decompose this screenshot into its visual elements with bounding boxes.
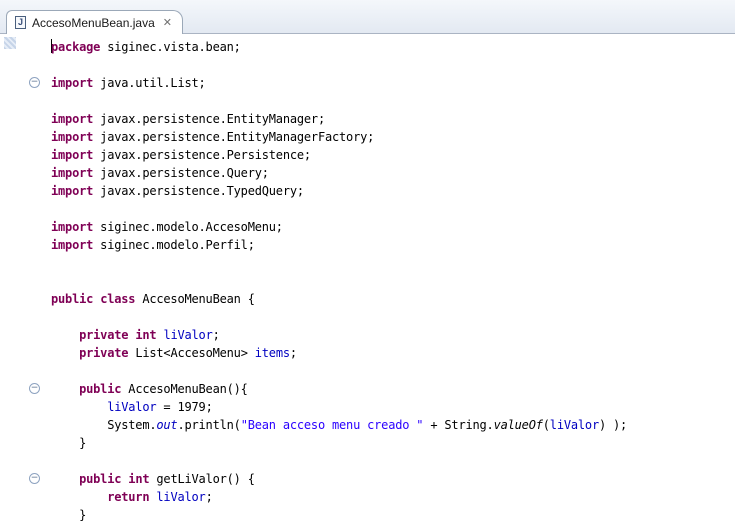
code-token: liValor: [107, 400, 157, 414]
code-token: javax.persistence.EntityManagerFactory;: [93, 130, 375, 144]
code-token: public: [51, 292, 94, 306]
fold-collapse-icon[interactable]: −: [29, 77, 40, 88]
code-line: public AccesoMenuBean(){: [51, 380, 627, 398]
code-token: valueOf: [493, 418, 543, 432]
folding-gutter: − − −: [21, 34, 51, 525]
code-token: package: [51, 40, 101, 54]
code-line: liValor = 1979;: [51, 398, 627, 416]
code-line: import javax.persistence.TypedQuery;: [51, 182, 627, 200]
editor-tab-acceso-menu-bean[interactable]: J AccesoMenuBean.java ✕: [6, 10, 183, 34]
code-token: liValor: [156, 490, 206, 504]
code-line: return liValor;: [51, 488, 627, 506]
code-token: System.: [51, 418, 157, 432]
code-line: import javax.persistence.EntityManager;: [51, 110, 627, 128]
code-token: private: [79, 346, 129, 360]
code-token: liValor: [549, 418, 599, 432]
code-token: ;: [205, 490, 213, 504]
code-token: items: [254, 346, 290, 360]
code-token: .println(: [177, 418, 241, 432]
code-token: int: [135, 328, 157, 342]
code-line: import javax.persistence.Query;: [51, 164, 627, 182]
java-file-icon: J: [15, 16, 26, 29]
editor-tab-bar: J AccesoMenuBean.java ✕: [0, 0, 735, 34]
code-token: siginec.modelo.Perfil;: [93, 238, 255, 252]
code-token: + String.: [423, 418, 494, 432]
code-token: siginec.vista.bean;: [100, 40, 241, 54]
code-token: javax.persistence.EntityManager;: [93, 112, 325, 126]
code-token: List<AccesoMenu>: [128, 346, 255, 360]
code-token: int: [128, 472, 150, 486]
code-line: public class AccesoMenuBean {: [51, 290, 627, 308]
current-line-marker: [4, 37, 16, 49]
code-line: import javax.persistence.Persistence;: [51, 146, 627, 164]
code-token: class: [100, 292, 136, 306]
code-line: import siginec.modelo.Perfil;: [51, 236, 627, 254]
code-token: import: [51, 220, 94, 234]
code-line: import java.util.List;: [51, 74, 627, 92]
code-token: getLiValor() {: [149, 472, 255, 486]
close-tab-icon[interactable]: ✕: [163, 16, 172, 29]
code-token: out: [156, 418, 178, 432]
code-token: javax.persistence.Query;: [93, 166, 269, 180]
code-token: private: [79, 328, 129, 342]
code-token: import: [51, 148, 94, 162]
code-line: }: [51, 506, 627, 524]
code-token: public: [79, 382, 122, 396]
tab-title: AccesoMenuBean.java: [32, 15, 155, 30]
code-token: import: [51, 166, 94, 180]
code-token: = 1979;: [156, 400, 213, 414]
code-line: import javax.persistence.EntityManagerFa…: [51, 128, 627, 146]
code-token: import: [51, 130, 94, 144]
code-token: (: [542, 418, 550, 432]
code-line: }: [51, 434, 627, 452]
code-token: AccesoMenuBean {: [135, 292, 255, 306]
code-token: ) );: [598, 418, 628, 432]
code-token: import: [51, 76, 94, 90]
code-line: private List<AccesoMenu> items;: [51, 344, 627, 362]
code-token: import: [51, 112, 94, 126]
code-token: import: [51, 238, 94, 252]
code-token: siginec.modelo.AccesoMenu;: [93, 220, 283, 234]
code-token: }: [51, 508, 87, 522]
code-token: }: [51, 436, 87, 450]
code-line: public int getLiValor() {: [51, 470, 627, 488]
code-editor[interactable]: − − − package siginec.vista.bean; import ja…: [0, 34, 735, 525]
code-line: package siginec.vista.bean;: [51, 38, 627, 56]
code-token: liValor: [163, 328, 213, 342]
code-line: System.out.println("Bean acceso menu cre…: [51, 416, 627, 434]
fold-collapse-icon[interactable]: −: [29, 473, 40, 484]
code-token: javax.persistence.Persistence;: [93, 148, 311, 162]
code-token: AccesoMenuBean(){: [121, 382, 248, 396]
code-token: import: [51, 184, 94, 198]
code-token: public: [79, 472, 122, 486]
code-token: "Bean acceso menu creado ": [240, 418, 424, 432]
code-token: return: [107, 490, 150, 504]
code-token: java.util.List;: [93, 76, 206, 90]
code-line: import siginec.modelo.AccesoMenu;: [51, 218, 627, 236]
code-token: ;: [212, 328, 220, 342]
code-token: ;: [289, 346, 297, 360]
code-token: javax.persistence.TypedQuery;: [93, 184, 304, 198]
code-line: private int liValor;: [51, 326, 627, 344]
fold-collapse-icon[interactable]: −: [29, 383, 40, 394]
source-code[interactable]: package siginec.vista.bean; import java.u…: [51, 38, 627, 524]
overview-ruler: [0, 34, 21, 525]
